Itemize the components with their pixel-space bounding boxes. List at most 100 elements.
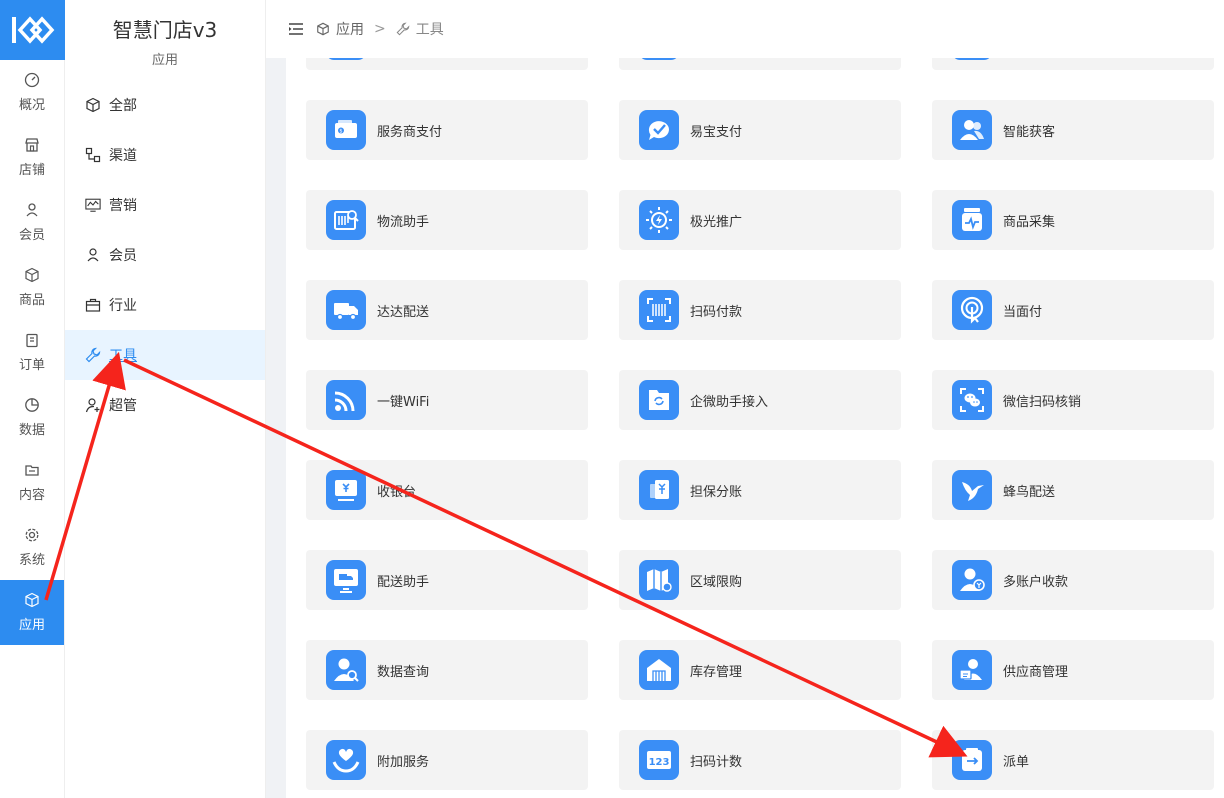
tool-card-label: 扫码付款 bbox=[690, 304, 743, 320]
tool-card[interactable]: 易宝支付 bbox=[619, 100, 901, 160]
chat-check-icon bbox=[639, 110, 679, 150]
tool-card-label: 库存管理 bbox=[690, 664, 743, 680]
rail-item-content[interactable]: 内容 bbox=[0, 450, 64, 515]
truck-icon bbox=[326, 290, 366, 330]
id-card-icon bbox=[952, 650, 992, 690]
map-icon bbox=[639, 560, 679, 600]
sub-item-admin[interactable]: 超管 bbox=[65, 380, 265, 430]
rail-item-label: 应用 bbox=[18, 618, 45, 633]
sub-item-all[interactable]: 全部 bbox=[65, 80, 265, 130]
tool-card[interactable]: 智能获客 bbox=[932, 100, 1214, 160]
tool-card[interactable]: 供应商管理 bbox=[932, 640, 1214, 700]
rail-item-system[interactable]: 系统 bbox=[0, 515, 64, 580]
rail-item-label: 订单 bbox=[18, 358, 45, 373]
jar-pulse-icon bbox=[952, 200, 992, 240]
tool-card[interactable]: 多账户收款 bbox=[932, 550, 1214, 610]
tool-card[interactable]: 收银台 bbox=[306, 460, 588, 520]
clipboard-icon bbox=[26, 333, 38, 348]
briefcase-icon bbox=[85, 298, 101, 312]
sub-item-label: 超管 bbox=[109, 398, 137, 414]
sub-item-industry[interactable]: 行业 bbox=[65, 280, 265, 330]
tool-card[interactable]: 蜂鸟配送 bbox=[932, 460, 1214, 520]
monitor-truck-icon bbox=[326, 560, 366, 600]
tool-card-label: 当面付 bbox=[1003, 304, 1043, 320]
rail-item-order[interactable]: 订单 bbox=[0, 320, 64, 385]
tool-card[interactable]: 达达配送 bbox=[306, 280, 588, 340]
tool-card[interactable]: 物流助手 bbox=[306, 190, 588, 250]
tool-card[interactable]: 企微助手接入 bbox=[619, 370, 901, 430]
sub-item-tools[interactable]: 工具 bbox=[65, 330, 265, 380]
tool-card[interactable]: 123 扫码计数 bbox=[619, 730, 901, 790]
tool-card[interactable]: 区域限购 bbox=[619, 550, 901, 610]
rail-item-apps[interactable]: 应用 bbox=[0, 580, 64, 645]
breadcrumb: 应用 > 工具 bbox=[316, 19, 444, 39]
tool-card[interactable]: 扫码付款 bbox=[619, 280, 901, 340]
folder-sync-icon bbox=[639, 380, 679, 420]
counter-123-icon: 123 bbox=[639, 740, 679, 780]
sub-item-label: 全部 bbox=[109, 98, 137, 114]
user-icon bbox=[26, 203, 38, 217]
wechat-scan-icon bbox=[952, 380, 992, 420]
tool-card-label: 收银台 bbox=[377, 484, 417, 500]
tool-card[interactable] bbox=[306, 58, 588, 70]
tools-panel: $ 服务商支付 易宝支付 智能获客物流助手 极光推广 商品采集达达配送 扫码付款 当面付一键W… bbox=[286, 58, 1224, 798]
main-nav-rail: 概况 店铺 会员 商品 订单 数据 内容 系统 应用 bbox=[0, 0, 65, 798]
tool-card-label: 智能获客 bbox=[1003, 124, 1056, 140]
section-title: 应用 bbox=[151, 53, 178, 68]
sub-item-marketing[interactable]: 营销 bbox=[65, 180, 265, 230]
tool-card-label: 蜂鸟配送 bbox=[1003, 484, 1056, 500]
tool-card[interactable] bbox=[932, 58, 1214, 70]
sub-item-member[interactable]: 会员 bbox=[65, 230, 265, 280]
logo[interactable] bbox=[0, 0, 65, 60]
gear-icon bbox=[25, 528, 39, 542]
tool-card[interactable]: 数据查询 bbox=[306, 640, 588, 700]
tool-card[interactable]: 担保分账 bbox=[619, 460, 901, 520]
folder-icon bbox=[25, 465, 39, 476]
app-icon bbox=[952, 58, 992, 60]
tool-card-label: 数据查询 bbox=[377, 664, 430, 680]
tool-card[interactable]: 库存管理 bbox=[619, 640, 901, 700]
tool-card[interactable]: 配送助手 bbox=[306, 550, 588, 610]
tool-card[interactable]: 微信扫码核销 bbox=[932, 370, 1214, 430]
user-money-icon bbox=[952, 560, 992, 600]
tool-card[interactable]: 一键WiFi bbox=[306, 370, 588, 430]
wallet-icon: $ bbox=[326, 110, 366, 150]
tool-card-label: 派单 bbox=[1003, 754, 1030, 770]
rail-item-member[interactable]: 会员 bbox=[0, 190, 64, 255]
rail-item-overview[interactable]: 概况 bbox=[0, 60, 64, 125]
tool-card[interactable] bbox=[619, 58, 901, 70]
tool-card-label: 附加服务 bbox=[377, 754, 430, 770]
tool-card-label: 多账户收款 bbox=[1003, 574, 1069, 590]
yuan-cards-icon bbox=[639, 470, 679, 510]
app-icon bbox=[639, 58, 679, 60]
tool-card[interactable]: 派单 bbox=[932, 730, 1214, 790]
menu-toggle-icon[interactable] bbox=[288, 22, 304, 36]
rail-item-product[interactable]: 商品 bbox=[0, 255, 64, 320]
admin-icon bbox=[85, 398, 100, 413]
svg-text:123: 123 bbox=[649, 757, 670, 768]
tool-card-label: 区域限购 bbox=[690, 574, 743, 590]
sub-item-label: 工具 bbox=[109, 348, 137, 364]
cube-icon bbox=[86, 97, 100, 113]
sub-item-channel[interactable]: 渠道 bbox=[65, 130, 265, 180]
warehouse-icon bbox=[639, 650, 679, 690]
pie-chart-icon bbox=[25, 398, 39, 412]
rail-item-label: 系统 bbox=[18, 553, 45, 568]
user-icon bbox=[87, 248, 99, 262]
logo-mark-icon bbox=[11, 16, 54, 44]
tool-card[interactable]: $ 服务商支付 bbox=[306, 100, 588, 160]
rail-item-store[interactable]: 店铺 bbox=[0, 125, 64, 190]
sub-nav-header: 智慧门店v3 应用 bbox=[65, 0, 265, 74]
cube-icon bbox=[25, 592, 39, 608]
tool-card[interactable]: 商品采集 bbox=[932, 190, 1214, 250]
rail-item-data[interactable]: 数据 bbox=[0, 385, 64, 450]
sub-nav: 智慧门店v3 应用 全部 渠道 营销 会员 行业 工具 超管 bbox=[65, 0, 266, 798]
scan-barcode-icon bbox=[639, 290, 679, 330]
tool-card[interactable]: 当面付 bbox=[932, 280, 1214, 340]
tool-card[interactable]: 极光推广 bbox=[619, 190, 901, 250]
tool-card-label: 达达配送 bbox=[377, 304, 430, 320]
tool-card[interactable]: 附加服务 bbox=[306, 730, 588, 790]
tool-card-label: 服务商支付 bbox=[377, 124, 443, 140]
breadcrumb-apps[interactable]: 应用 bbox=[336, 19, 364, 39]
channel-icon bbox=[85, 147, 101, 163]
